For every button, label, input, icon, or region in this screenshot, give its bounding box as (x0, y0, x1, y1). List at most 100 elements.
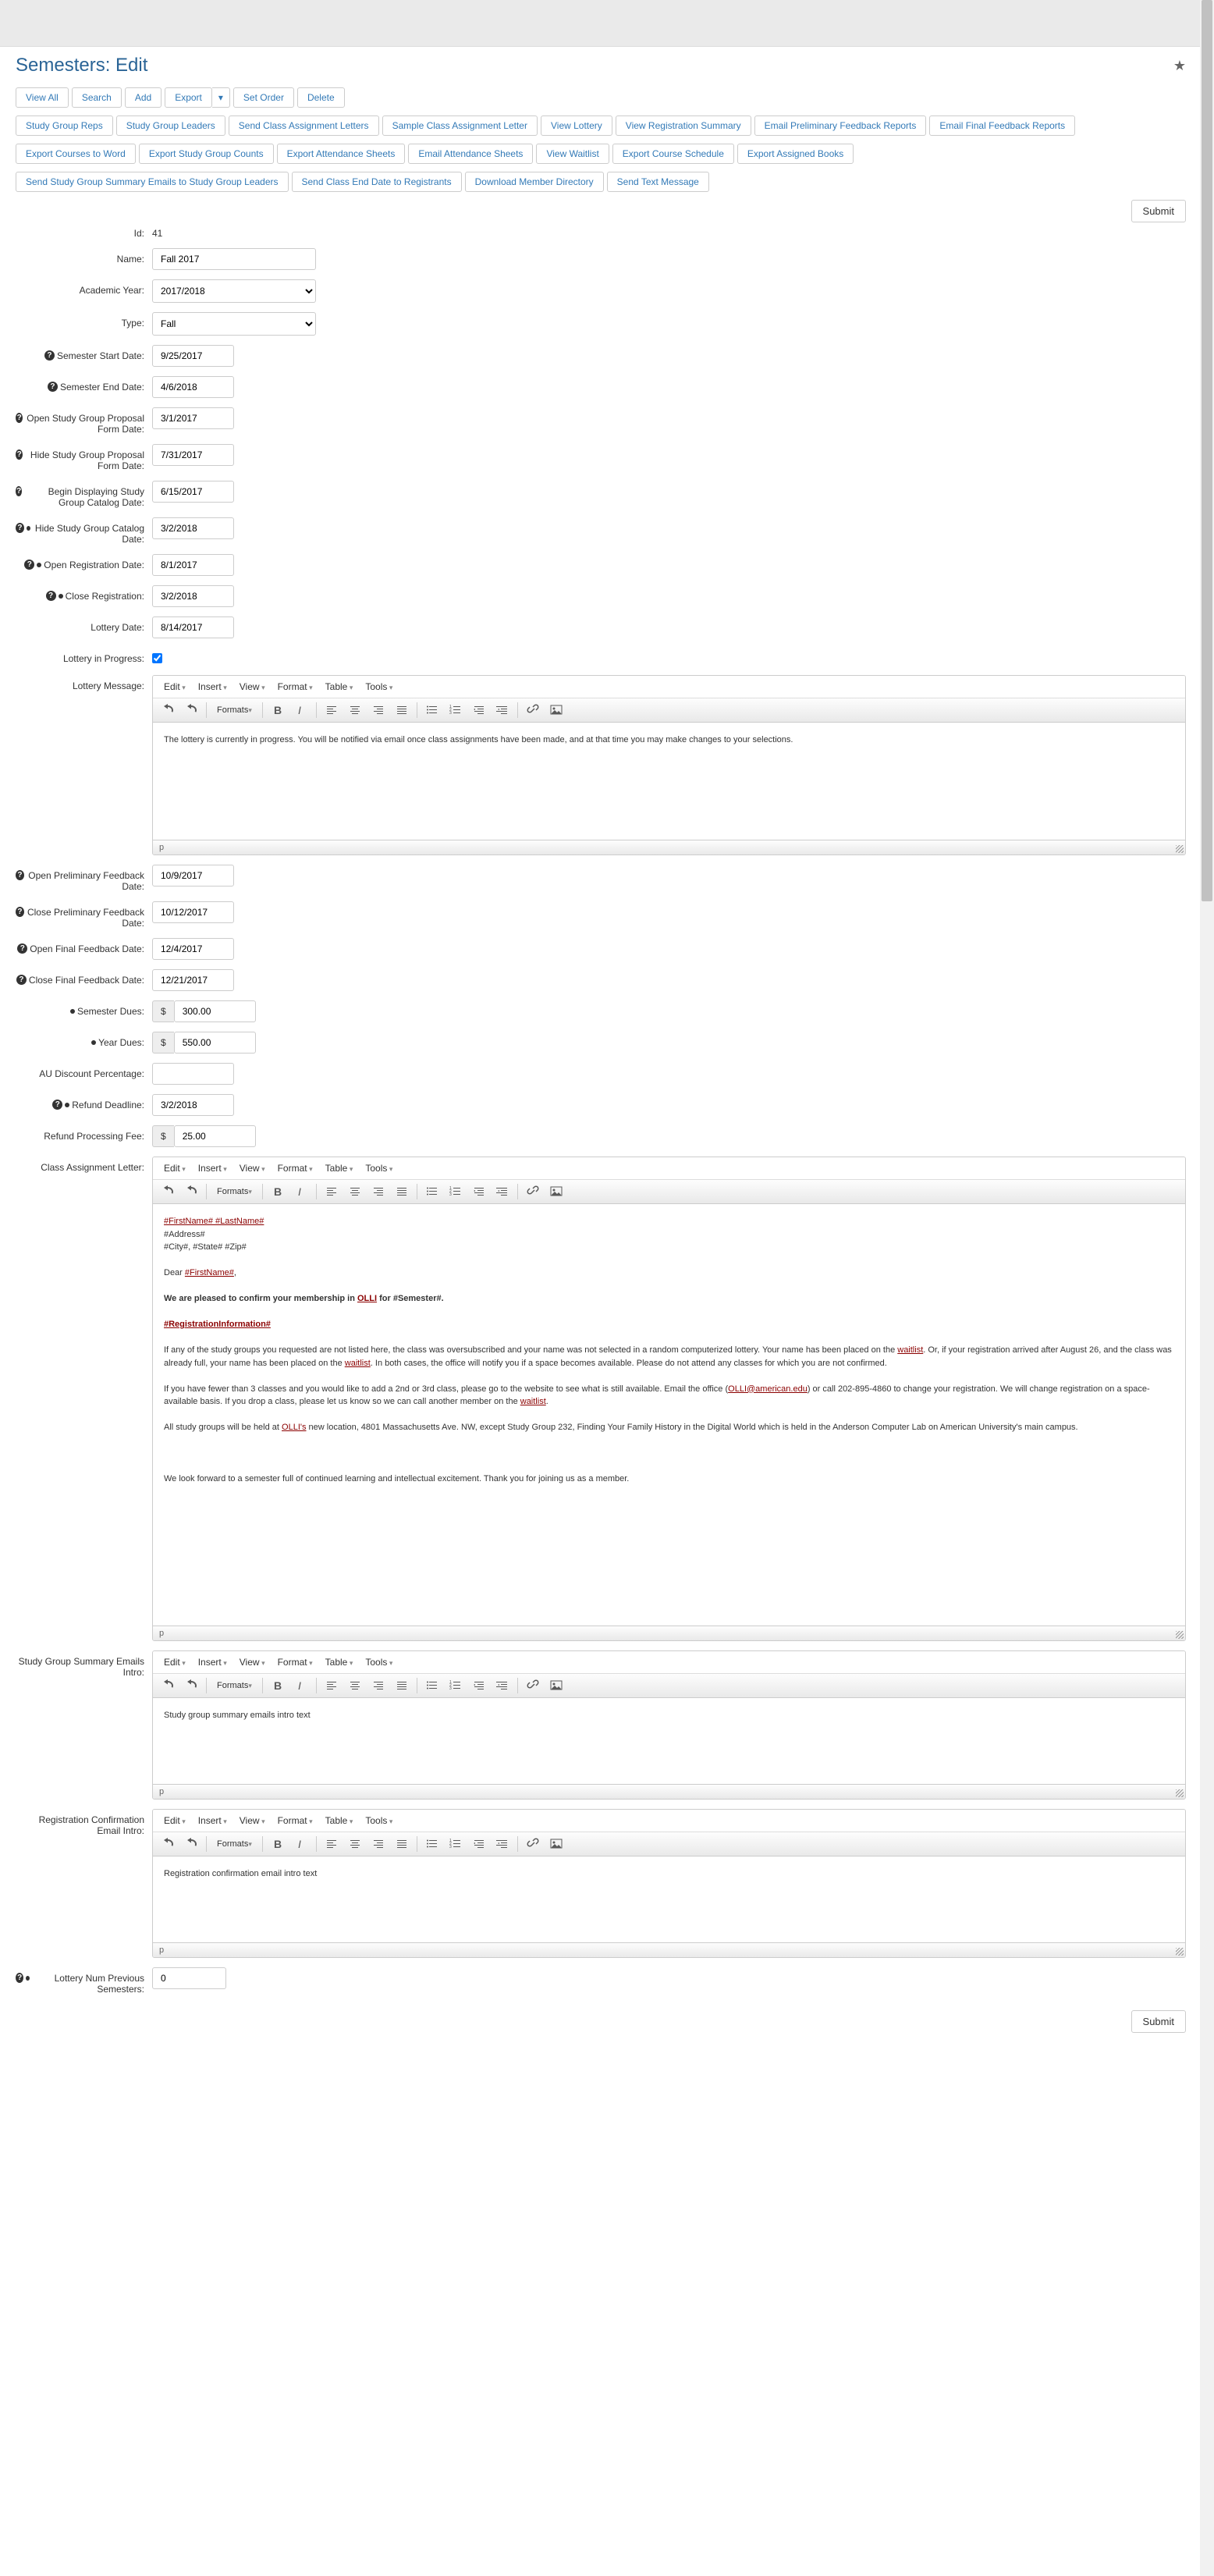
editor-menu-item[interactable]: View (233, 679, 272, 695)
italic-icon[interactable]: I (290, 1182, 312, 1201)
type-select[interactable]: Fall (152, 312, 316, 336)
help-icon[interactable]: ? (16, 975, 27, 985)
align-right-icon[interactable] (367, 1676, 389, 1695)
nav-button[interactable]: Add (125, 87, 162, 108)
indent-icon[interactable] (492, 1182, 513, 1201)
editor-menu-item[interactable]: Table (319, 1160, 360, 1176)
editor-menu-item[interactable]: Insert (192, 1813, 233, 1828)
bullet-list-icon[interactable] (421, 1835, 443, 1853)
editor-menu-item[interactable]: Format (272, 1160, 319, 1176)
scrollbar-thumb[interactable] (1202, 0, 1212, 901)
bold-icon[interactable]: B (267, 1676, 289, 1695)
editor-menu-item[interactable]: Edit (158, 1813, 192, 1828)
editor-menu-item[interactable]: Tools (359, 1813, 399, 1828)
cat-begin-input[interactable] (152, 481, 234, 503)
final-open-input[interactable] (152, 938, 234, 960)
help-icon[interactable]: ? (16, 907, 24, 917)
editor-menu-item[interactable]: Tools (359, 679, 399, 695)
image-icon[interactable] (545, 1835, 567, 1853)
prelim-close-input[interactable] (152, 901, 234, 923)
undo-icon[interactable] (157, 701, 179, 720)
link-icon[interactable] (522, 1182, 544, 1201)
class-letter-body[interactable]: #FirstName# #LastName# #Address# #City#,… (153, 1204, 1185, 1626)
nav-button[interactable]: Sample Class Assignment Letter (382, 115, 538, 136)
scrollbar-track[interactable] (1200, 0, 1214, 2576)
link-icon[interactable] (522, 701, 544, 720)
editor-menu-item[interactable]: Edit (158, 1160, 192, 1176)
help-icon[interactable]: ? (16, 486, 22, 496)
align-center-icon[interactable] (344, 701, 366, 720)
help-icon[interactable]: ? (16, 523, 24, 533)
final-close-input[interactable] (152, 969, 234, 991)
align-right-icon[interactable] (367, 1182, 389, 1201)
favorite-star-icon[interactable]: ★ (1173, 58, 1186, 74)
help-icon[interactable]: ? (44, 350, 55, 361)
image-icon[interactable] (545, 1182, 567, 1201)
outdent-icon[interactable] (468, 1676, 490, 1695)
resize-handle-icon[interactable] (1176, 1789, 1184, 1797)
number-list-icon[interactable]: 123 (445, 1676, 467, 1695)
redo-icon[interactable] (180, 1676, 202, 1695)
sg-intro-body[interactable]: Study group summary emails intro text (153, 1698, 1185, 1784)
undo-icon[interactable] (157, 1182, 179, 1201)
formats-dropdown[interactable]: Formats (211, 701, 258, 720)
bullet-list-icon[interactable] (421, 1676, 443, 1695)
bold-icon[interactable]: B (267, 1835, 289, 1853)
align-center-icon[interactable] (344, 1835, 366, 1853)
align-justify-icon[interactable] (391, 701, 413, 720)
align-justify-icon[interactable] (391, 1676, 413, 1695)
align-right-icon[interactable] (367, 701, 389, 720)
lottery-date-input[interactable] (152, 616, 234, 638)
image-icon[interactable] (545, 701, 567, 720)
nav-button[interactable]: Email Final Feedback Reports (929, 115, 1075, 136)
name-input[interactable] (152, 248, 316, 270)
bold-icon[interactable]: B (267, 1182, 289, 1201)
nav-button[interactable]: View All (16, 87, 69, 108)
formats-dropdown[interactable]: Formats (211, 1182, 258, 1201)
nav-button[interactable]: View Lottery (541, 115, 612, 136)
editor-menu-item[interactable]: Insert (192, 1160, 233, 1176)
align-center-icon[interactable] (344, 1676, 366, 1695)
editor-menu-item[interactable]: View (233, 1654, 272, 1670)
reg-close-input[interactable] (152, 585, 234, 607)
prelim-open-input[interactable] (152, 865, 234, 886)
prop-hide-input[interactable] (152, 444, 234, 466)
outdent-icon[interactable] (468, 701, 490, 720)
italic-icon[interactable]: I (290, 701, 312, 720)
nav-button[interactable]: Send Study Group Summary Emails to Study… (16, 172, 289, 192)
cat-hide-input[interactable] (152, 517, 234, 539)
link-icon[interactable] (522, 1676, 544, 1695)
lottery-prog-checkbox[interactable] (152, 653, 162, 663)
nav-button[interactable]: ▾ (212, 87, 230, 108)
outdent-icon[interactable] (468, 1835, 490, 1853)
help-icon[interactable]: ? (46, 591, 56, 601)
nav-button[interactable]: Study Group Leaders (116, 115, 225, 136)
outdent-icon[interactable] (468, 1182, 490, 1201)
editor-menu-item[interactable]: Tools (359, 1160, 399, 1176)
au-discount-input[interactable] (152, 1063, 234, 1085)
editor-menu-item[interactable]: Edit (158, 679, 192, 695)
bold-icon[interactable]: B (267, 701, 289, 720)
nav-button[interactable]: Export Study Group Counts (139, 144, 274, 164)
nav-button[interactable]: Export Courses to Word (16, 144, 136, 164)
help-icon[interactable]: ? (24, 560, 34, 570)
number-list-icon[interactable]: 123 (445, 701, 467, 720)
nav-button[interactable]: Set Order (233, 87, 294, 108)
bullet-list-icon[interactable] (421, 1182, 443, 1201)
lottery-msg-body[interactable]: The lottery is currently in progress. Yo… (153, 723, 1185, 840)
undo-icon[interactable] (157, 1676, 179, 1695)
indent-icon[interactable] (492, 1676, 513, 1695)
number-list-icon[interactable]: 123 (445, 1835, 467, 1853)
align-left-icon[interactable] (321, 1835, 343, 1853)
nav-button[interactable]: Delete (297, 87, 345, 108)
editor-menu-item[interactable]: Format (272, 1654, 319, 1670)
editor-menu-item[interactable]: Table (319, 1813, 360, 1828)
align-left-icon[interactable] (321, 1182, 343, 1201)
align-left-icon[interactable] (321, 1676, 343, 1695)
redo-icon[interactable] (180, 1835, 202, 1853)
sem-dues-input[interactable] (174, 1000, 256, 1022)
nav-button[interactable]: Send Class End Date to Registrants (292, 172, 462, 192)
submit-button-top[interactable]: Submit (1131, 200, 1186, 222)
align-right-icon[interactable] (367, 1835, 389, 1853)
editor-menu-item[interactable]: View (233, 1160, 272, 1176)
